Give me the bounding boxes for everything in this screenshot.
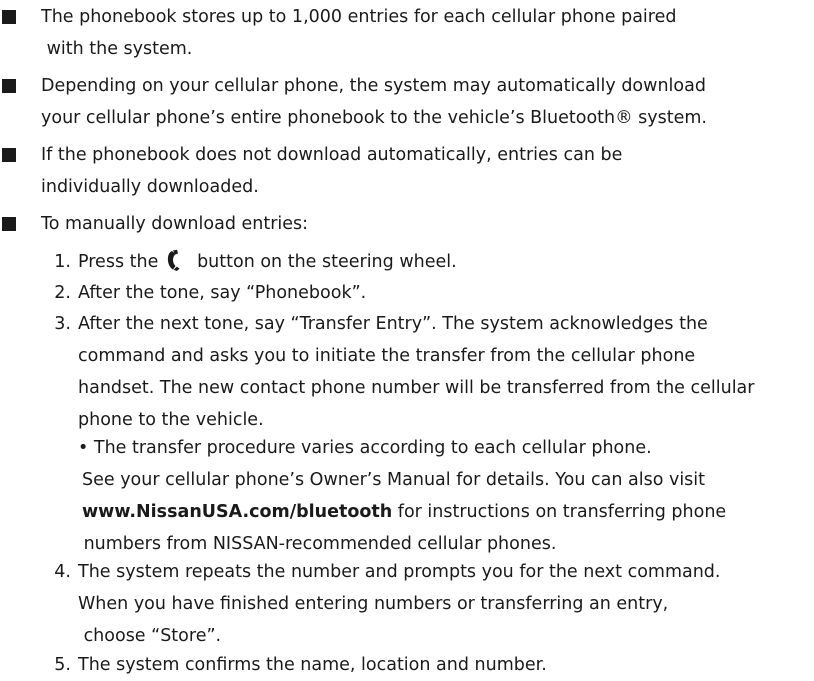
text-line: individually downloaded.: [41, 177, 259, 197]
text-line: with the system.: [41, 39, 193, 59]
text-line: command and asks you to initiate the tra…: [78, 346, 696, 366]
text-line: Depending on your cellular phone, the sy…: [41, 76, 706, 96]
step-number: 4.: [54, 562, 71, 582]
bullet-square-icon: [2, 79, 16, 93]
bullet-square-icon: [2, 148, 16, 162]
note-line: • The transfer procedure varies accordin…: [78, 438, 652, 458]
step-text-after-icon: button on the steering wheel.: [191, 252, 457, 272]
note-line-rest: for instructions on transferring phone: [392, 502, 727, 522]
bullet-square-icon: [2, 217, 16, 231]
step-text: After the next tone, say “Transfer Entry…: [78, 308, 754, 436]
step-number: 1.: [54, 252, 71, 272]
text-line: When you have finished entering numbers …: [78, 594, 669, 614]
step-number: 2.: [54, 283, 71, 303]
bullet-text: Depending on your cellular phone, the sy…: [41, 70, 801, 134]
manual-page: The phonebook stores up to 1,000 entries…: [0, 0, 814, 675]
step-note: • The transfer procedure varies accordin…: [78, 432, 808, 560]
phone-handset-icon: [167, 249, 180, 271]
step-text: After the tone, say “Phonebook”.: [78, 283, 367, 303]
note-line: www.NissanUSA.com/bluetooth for instruct…: [78, 496, 808, 528]
step-number: 3.: [54, 314, 71, 334]
step-text-before-icon: Press the: [78, 252, 159, 272]
step-text: The system confirms the name, location a…: [78, 655, 547, 675]
bullet-text: If the phonebook does not download autom…: [41, 139, 801, 203]
step-text: The system repeats the number and prompt…: [78, 556, 720, 652]
text-line: If the phonebook does not download autom…: [41, 145, 623, 165]
text-line: To manually download entries:: [41, 214, 309, 234]
text-line: The system repeats the number and prompt…: [78, 562, 721, 582]
note-line: See your cellular phone’s Owner’s Manual…: [82, 470, 706, 490]
text-line: After the next tone, say “Transfer Entry…: [78, 314, 708, 334]
step-number: 5.: [54, 655, 71, 675]
text-line: choose “Store”.: [78, 626, 222, 646]
text-line: The phonebook stores up to 1,000 entries…: [41, 7, 677, 27]
text-line: handset. The new contact phone number wi…: [78, 378, 755, 398]
bluetooth-url-link[interactable]: www.NissanUSA.com/bluetooth: [82, 502, 392, 522]
bullet-text: The phonebook stores up to 1,000 entries…: [41, 1, 801, 65]
bullet-square-icon: [2, 10, 16, 24]
bullet-text: To manually download entries:: [41, 208, 801, 240]
text-line: your cellular phone’s entire phonebook t…: [41, 108, 707, 128]
step-text: Press the button on the steering wheel.: [78, 246, 457, 278]
